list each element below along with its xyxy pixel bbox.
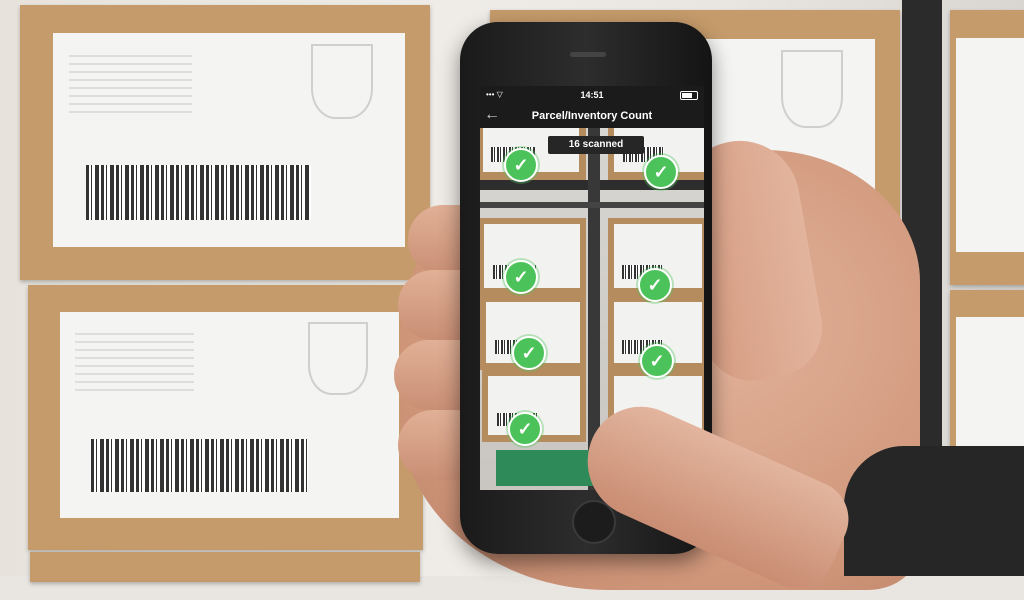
nav-bar: ← Parcel/Inventory Count [480,104,704,128]
shelf-beam [480,202,704,208]
scanned-check-icon: ✓ [504,148,538,182]
scanned-check-icon: ✓ [508,412,542,446]
background-box [28,285,423,550]
scanned-check-icon: ✓ [640,344,674,378]
status-bar: ••• ▽ 14:51 [480,86,704,104]
jacket-sleeve [844,446,1024,576]
scanned-check-icon: ✓ [638,268,672,302]
scanned-check-icon: ✓ [504,260,538,294]
battery-icon [680,91,698,100]
status-time: 14:51 [580,90,604,100]
page-title: Parcel/Inventory Count [531,110,653,122]
phone-speaker [570,52,606,57]
scanned-count-badge: 16 scanned [548,136,644,154]
scanned-check-icon: ✓ [512,336,546,370]
scanned-check-icon: ✓ [644,155,678,189]
background-box [950,10,1024,285]
background-box [30,552,420,582]
background-box [20,5,430,280]
